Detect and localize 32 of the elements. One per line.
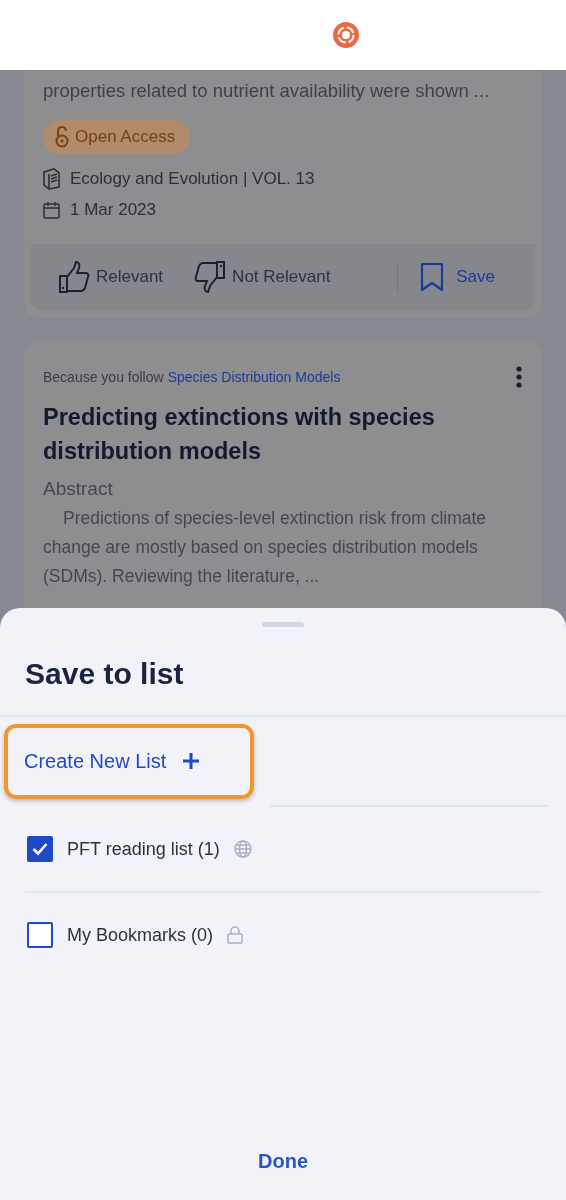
calendar-icon [43,201,60,219]
more-options-icon[interactable] [515,366,523,388]
record-icon [332,21,360,49]
plus-icon [182,752,201,770]
abstract-label: Abstract [43,478,114,500]
article-title: Predicting extinctions with species distribution models [43,403,436,466]
publish-date: 1 Mar 2023 [70,200,156,220]
create-list-button[interactable]: Create New List [4,723,255,799]
drag-handle[interactable] [262,622,304,627]
open-lock-icon [55,126,69,148]
checkbox[interactable] [27,922,53,948]
checkbox[interactable] [27,836,53,862]
sheet-title: Save to list [25,657,185,692]
lock-icon [227,926,244,944]
like-button[interactable]: Relevant [57,260,164,294]
open-access-badge: Open Access [43,120,191,154]
thumbs-down-icon [193,260,228,294]
bookmark-icon [420,262,445,292]
topic-link[interactable]: Species Distribution Models [167,369,341,385]
abstract-text: Predictions of species-level extinction risk from climate change are mostly based on species distribution models (SDMs). Reviewing the literature, ... [43,507,488,588]
dislike-button[interactable]: Not Relevant [193,260,331,294]
check-icon [32,842,48,856]
follow-reason: Because you follow [43,369,164,385]
list-name: My Bookmarks (0) [67,924,214,946]
journal-info: Ecology and Evolution | VOL. 13 [70,169,315,189]
done-button[interactable]: Done [252,1149,314,1174]
globe-icon [233,840,252,858]
document-icon [43,168,60,190]
abstract-text: properties related to nutrient availability were shown ... [43,80,491,102]
list-name: PFT reading list (1) [67,838,220,860]
thumbs-up-icon [57,260,91,294]
save-button[interactable]: Save [397,262,495,292]
